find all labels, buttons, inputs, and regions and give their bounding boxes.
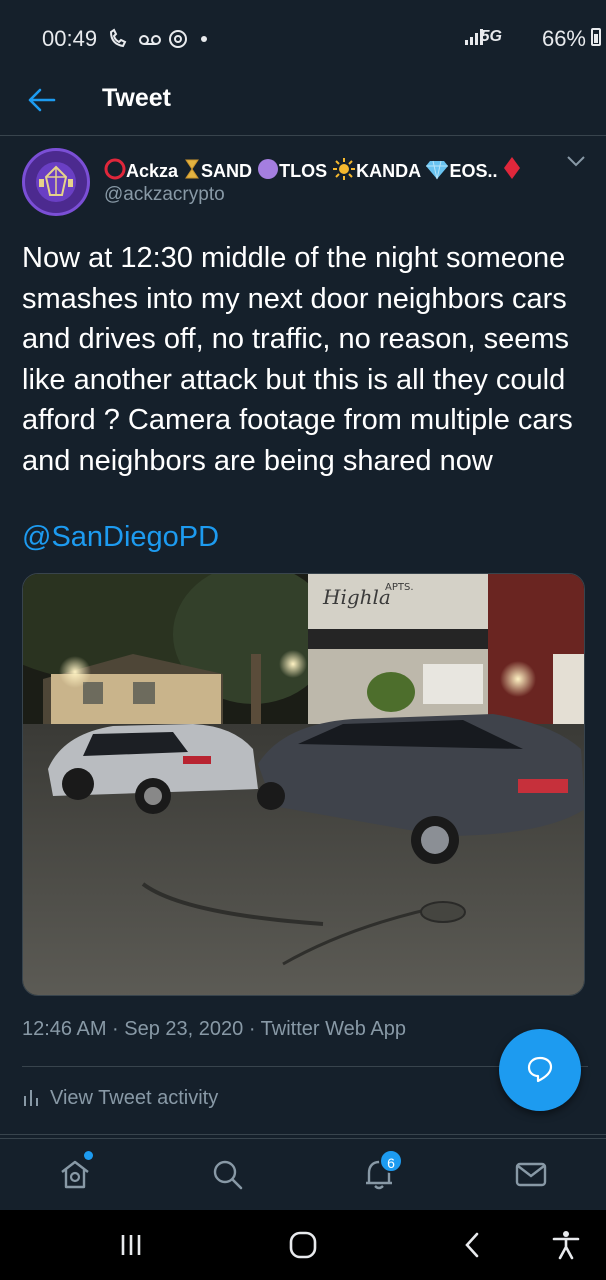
- author-name[interactable]: Ackza SAND TLOS KANDA EOS..: [104, 156, 522, 182]
- view-tweet-activity[interactable]: View Tweet activity: [22, 1086, 218, 1110]
- signal-icon: [465, 29, 483, 45]
- page-title: Tweet: [102, 84, 171, 112]
- tweet-photo-scene: Highla APTS.: [23, 574, 584, 995]
- chevron-down-icon[interactable]: [566, 154, 586, 168]
- messages-icon[interactable]: [514, 1157, 548, 1191]
- home-icon[interactable]: [58, 1157, 92, 1191]
- purple-circle-icon: [258, 159, 279, 179]
- system-nav-bar: [0, 1210, 606, 1280]
- hourglass-icon: [185, 159, 199, 179]
- diamond-icon: [426, 160, 449, 180]
- building-sign-script: Highla: [322, 585, 391, 609]
- voicemail-icon: [139, 35, 161, 45]
- chrome-icon: [169, 30, 187, 48]
- activity-label: View Tweet activity: [50, 1087, 219, 1109]
- reply-fab-button[interactable]: [499, 1029, 581, 1111]
- home-unread-dot: [84, 1151, 93, 1160]
- building-sign-caps: APTS.: [385, 582, 414, 593]
- battery-icon: [591, 28, 601, 46]
- status-bar: 00:49 5G 66%: [0, 0, 606, 64]
- battery-percent: 66%: [541, 26, 586, 51]
- back-button-icon[interactable]: [458, 1230, 488, 1260]
- red-diamond-icon: [504, 157, 521, 179]
- back-arrow-icon[interactable]: [26, 86, 58, 114]
- author-name-part: SAND: [201, 161, 253, 181]
- accessibility-icon[interactable]: [551, 1230, 581, 1260]
- notification-count-badge: 6: [379, 1149, 403, 1173]
- bottom-nav: [0, 1138, 606, 1210]
- tweet-timestamp: 12:46 AM · Sep 23, 2020 · Twitter Web Ap…: [22, 1018, 406, 1040]
- author-name-part: EOS..: [449, 161, 498, 181]
- author-name-part: TLOS: [279, 161, 328, 181]
- author-name-part: KANDA: [356, 161, 421, 181]
- call-icon: [109, 28, 127, 48]
- tweet-text: Now at 12:30 middle of the night someone…: [22, 242, 573, 477]
- dot-icon: [201, 36, 207, 42]
- red-circle-icon: [104, 158, 126, 180]
- app-header: Tweet: [0, 64, 606, 136]
- avatar[interactable]: [22, 148, 90, 216]
- status-time: 00:49: [42, 26, 98, 51]
- status-left-icons: [109, 28, 207, 48]
- author-handle[interactable]: @ackzacrypto: [104, 184, 225, 206]
- mention-link[interactable]: @SanDiegoPD: [22, 521, 219, 554]
- activity-chart-icon: [24, 1090, 38, 1106]
- tweet-photo[interactable]: Highla APTS.: [22, 573, 585, 996]
- sun-icon: [333, 158, 356, 180]
- divider: [0, 1134, 606, 1135]
- home-button-icon[interactable]: [288, 1230, 318, 1260]
- recent-apps-icon[interactable]: [116, 1230, 146, 1260]
- search-icon[interactable]: [210, 1157, 244, 1191]
- reply-bubble-icon: [527, 1056, 553, 1083]
- avatar-logo-icon: [36, 162, 76, 202]
- author-name-part: Ackza: [126, 161, 179, 181]
